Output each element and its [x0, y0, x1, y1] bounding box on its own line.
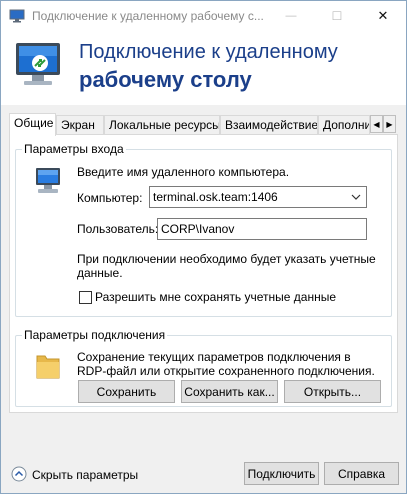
credentials-note-line2: данные.: [77, 266, 123, 280]
maximize-button[interactable]: ☐: [314, 1, 360, 31]
help-button[interactable]: Справка: [324, 462, 399, 485]
computer-value: terminal.osk.team:1406: [153, 190, 278, 204]
tab-label: Взаимодействие: [225, 118, 318, 132]
user-label: Пользователь:: [77, 222, 159, 236]
tab-label: Дополни: [323, 118, 370, 132]
tab-local-resources[interactable]: Локальные ресурсы: [104, 115, 220, 135]
connection-description-line2: RDP-файл или открытие сохраненного подкл…: [77, 364, 375, 378]
credentials-note-line1: При подключении необходимо будет указать…: [77, 252, 376, 266]
banner-title-line2: рабочему столу: [79, 67, 252, 92]
tab-label: Общие: [14, 116, 54, 130]
window-title: Подключение к удаленному рабочему с...: [32, 9, 264, 23]
remote-desktop-app-icon: [9, 9, 25, 23]
computer-icon: [36, 168, 60, 193]
computer-instruction-text: Введите имя удаленного компьютера.: [77, 165, 290, 179]
tab-strip: Общие Экран Локальные ресурсы Взаимодейс…: [9, 113, 397, 136]
rdp-window: Подключение к удаленному рабочему с... —…: [0, 0, 407, 494]
tab-scroll-left-button[interactable]: ◀: [370, 115, 383, 133]
tab-label: Экран: [61, 118, 95, 132]
computer-combobox[interactable]: terminal.osk.team:1406: [149, 186, 367, 208]
save-credentials-label[interactable]: Разрешить мне сохранять учетные данные: [95, 290, 336, 304]
tab-advanced[interactable]: Дополни: [318, 115, 370, 135]
minimize-icon: —: [285, 10, 297, 22]
save-as-button[interactable]: Сохранить как...: [181, 380, 278, 403]
connection-description-line1: Сохранение текущих параметров подключени…: [77, 350, 351, 364]
arrow-right-icon: ▶: [386, 119, 393, 129]
title-bar[interactable]: Подключение к удаленному рабочему с... —…: [1, 1, 406, 31]
user-field[interactable]: CORP\Ivanov: [157, 218, 367, 240]
tab-general[interactable]: Общие: [9, 113, 56, 136]
tab-label: Локальные ресурсы: [109, 118, 220, 132]
close-button[interactable]: ✕: [360, 1, 406, 31]
login-settings-title: Параметры входа: [22, 142, 126, 156]
remote-desktop-logo-icon: [16, 43, 60, 85]
tab-panel-general: Параметры входа Введите имя удаленного к…: [9, 134, 398, 413]
connection-settings-title: Параметры подключения: [22, 328, 168, 342]
connect-button[interactable]: Подключить: [244, 462, 319, 485]
folder-icon: [36, 355, 60, 379]
tab-display[interactable]: Экран: [56, 115, 104, 135]
computer-label: Компьютер:: [77, 191, 143, 205]
minimize-button[interactable]: —: [268, 1, 314, 31]
login-settings-group: Параметры входа Введите имя удаленного к…: [15, 142, 392, 317]
save-button[interactable]: Сохранить: [78, 380, 175, 403]
close-icon: ✕: [377, 8, 389, 23]
hide-options-link[interactable]: Скрыть параметры: [32, 468, 138, 482]
header-banner: Подключение к удаленному рабочему столу: [1, 31, 406, 105]
open-button[interactable]: Открыть...: [284, 380, 381, 403]
collapse-options-icon[interactable]: [11, 466, 27, 482]
chevron-down-icon[interactable]: [350, 191, 362, 203]
tab-scroll-right-button[interactable]: ▶: [383, 115, 396, 133]
arrow-left-icon: ◀: [373, 119, 380, 129]
user-value: CORP\Ivanov: [161, 222, 235, 236]
maximize-icon: ☐: [331, 9, 343, 23]
save-credentials-checkbox[interactable]: [79, 291, 92, 304]
connection-settings-group: Параметры подключения Сохранение текущих…: [15, 328, 392, 407]
tab-experience[interactable]: Взаимодействие: [220, 115, 318, 135]
banner-title-line1: Подключение к удаленному: [79, 41, 338, 63]
